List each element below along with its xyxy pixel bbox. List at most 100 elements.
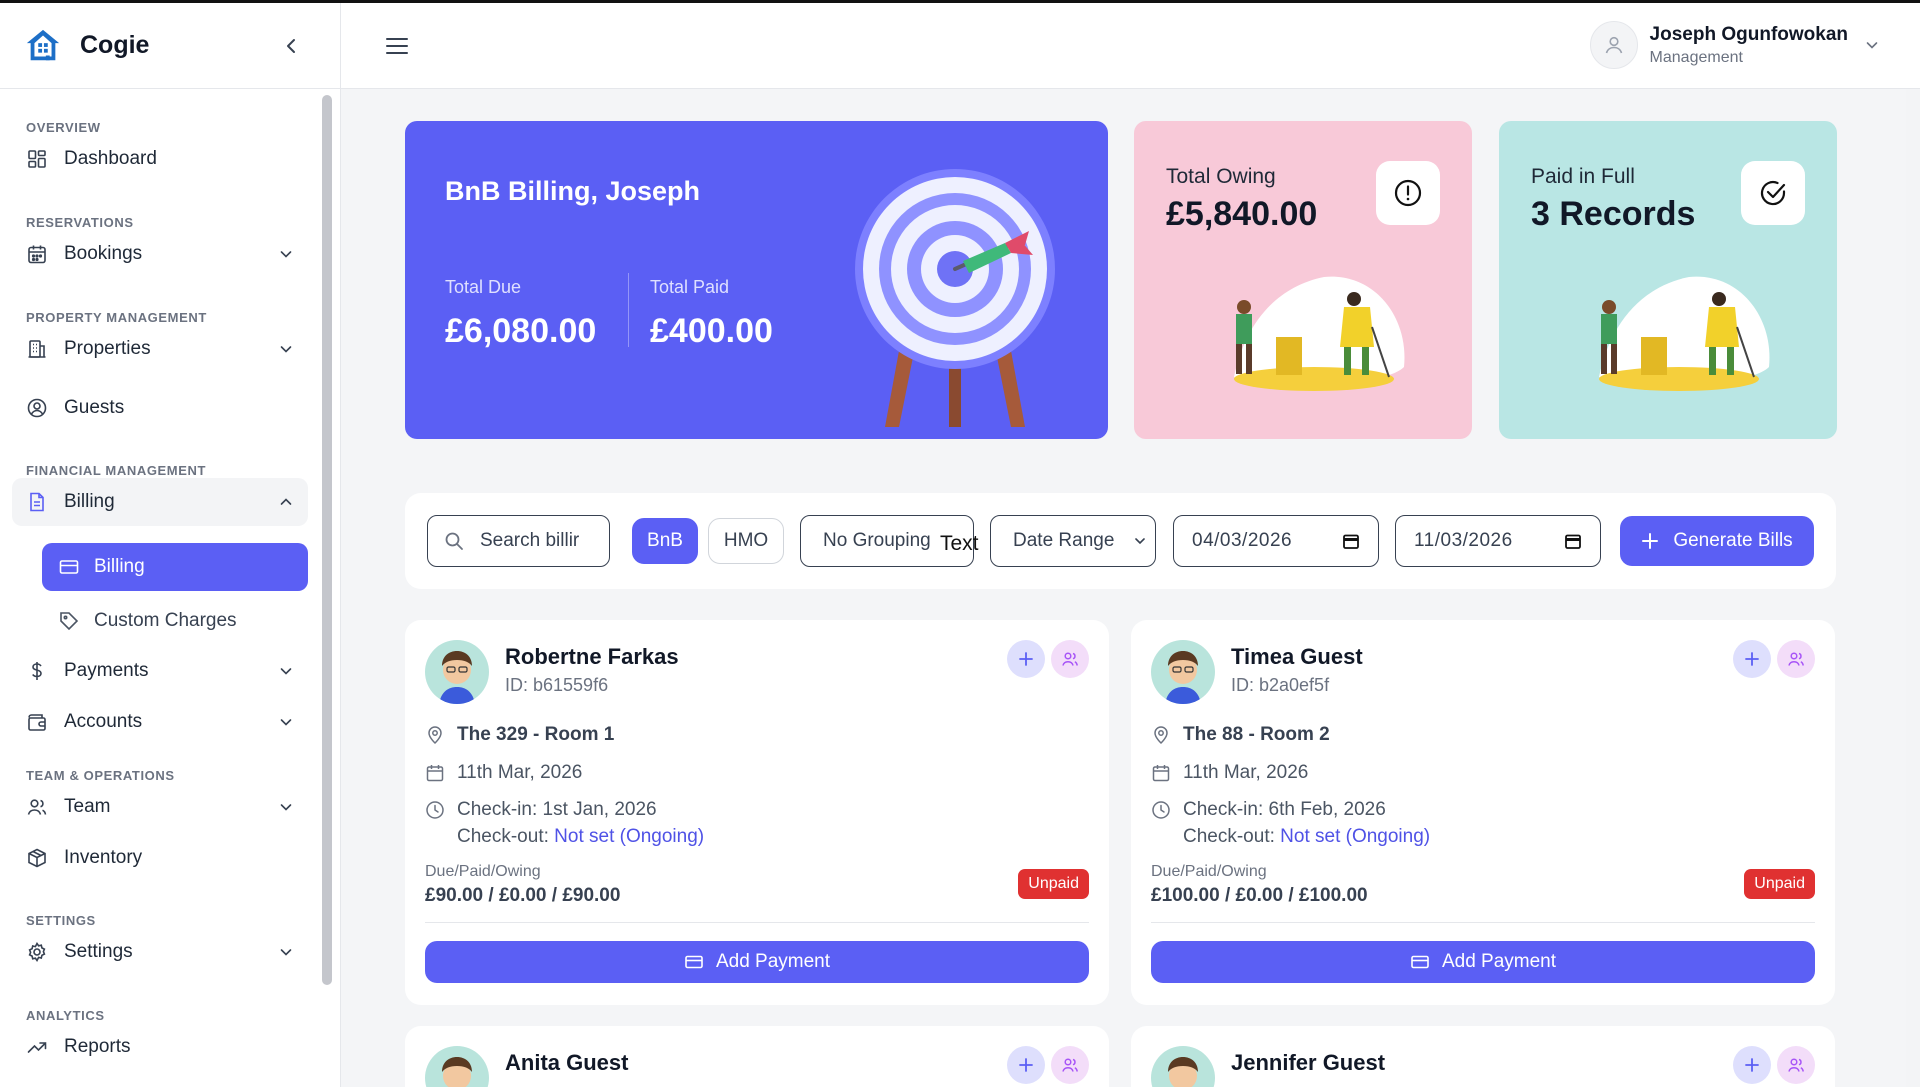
main-scrollbar[interactable] — [1906, 89, 1920, 1087]
chevron-up-icon — [280, 498, 292, 505]
view-guests-button[interactable] — [1051, 640, 1089, 678]
add-payment-label: Add Payment — [1441, 951, 1557, 972]
view-guests-button[interactable] — [1051, 1046, 1089, 1084]
sidebar-subitem-custom-charges[interactable]: Custom Charges — [42, 597, 308, 645]
section-financial: FINANCIAL MANAGEMENT — [26, 463, 207, 478]
sidebar-item-team[interactable]: Team — [12, 783, 308, 831]
checkout-value: Not set (Ongoing) — [1280, 826, 1431, 847]
check-circle-icon — [1760, 180, 1786, 206]
property-row: The 329 - Room 1 — [425, 724, 614, 746]
total-paid-stat: Total Paid £400.00 — [650, 277, 773, 351]
view-guests-button[interactable] — [1777, 640, 1815, 678]
sidebar-nav: OVERVIEW Dashboard RESERVATIONS Bookings… — [0, 90, 320, 1087]
sidebar-scrollbar[interactable] — [322, 95, 332, 985]
sidebar-item-label: Billing — [64, 491, 115, 512]
total-due-stat: Total Due £6,080.00 — [445, 277, 596, 351]
map-pin-icon — [1154, 726, 1168, 745]
total-owing-card: Total Owing £5,840.00 — [1134, 121, 1472, 439]
plus-icon — [1019, 1058, 1033, 1072]
checkin-text: Check-in: 1st Jan, 2026 — [457, 799, 657, 820]
gear-icon — [28, 941, 46, 963]
calendar-icon — [1152, 765, 1170, 782]
date-to-value: 11/03/2026 — [1414, 530, 1513, 551]
add-charge-button[interactable] — [1007, 640, 1045, 678]
target-dart-illustration — [855, 169, 1055, 427]
sidebar-item-dashboard[interactable]: Dashboard — [12, 135, 308, 183]
users-icon — [1062, 1058, 1078, 1072]
billing-summary-card: BnB Billing, Joseph Total Due £6,080.00 … — [405, 121, 1108, 439]
checkin-row: Check-in: 6th Feb, 2026 — [1151, 799, 1386, 821]
sidebar-item-billing[interactable]: Billing — [12, 478, 308, 526]
add-payment-button[interactable]: Add Payment — [1151, 941, 1815, 983]
avatar[interactable] — [1589, 21, 1638, 69]
credit-card-icon — [59, 560, 79, 574]
date-range-select[interactable]: Date Range — [990, 515, 1156, 567]
date-range-value: Date Range — [1013, 530, 1115, 551]
add-payment-button[interactable]: Add Payment — [425, 941, 1089, 983]
app-name: Cogie — [80, 31, 150, 59]
generate-bills-button[interactable]: Generate Bills — [1620, 516, 1814, 566]
sidebar-item-inventory[interactable]: Inventory — [12, 834, 308, 882]
divider — [425, 922, 1089, 923]
check-badge — [1741, 161, 1805, 225]
paid-in-full-card: Paid in Full 3 Records — [1499, 121, 1837, 439]
bill-date: 11th Mar, 2026 — [457, 762, 583, 783]
clock-icon — [1152, 801, 1170, 819]
property-row: The 88 - Room 2 — [1151, 724, 1330, 746]
add-charge-button[interactable] — [1733, 640, 1771, 678]
date-from-input[interactable]: 04/03/2026 — [1173, 515, 1379, 567]
sidebar-item-label: Payments — [64, 660, 149, 681]
guest-billing-card: Robertne Farkas ID: b61559f6 The 329 - R… — [405, 620, 1109, 1005]
grid-icon — [28, 150, 46, 168]
sidebar-subitem-billing[interactable]: Billing — [42, 543, 308, 591]
guest-avatar-icon — [439, 651, 475, 704]
search-input[interactable]: Search billir — [427, 515, 610, 567]
add-charge-button[interactable] — [1007, 1046, 1045, 1084]
sidebar-item-payments[interactable]: Payments — [12, 647, 308, 695]
section-team: TEAM & OPERATIONS — [26, 768, 175, 783]
guest-name: Anita Guest — [505, 1050, 629, 1075]
calendar-icon[interactable] — [1564, 532, 1582, 550]
sidebar-item-label: Guests — [64, 397, 125, 418]
sidebar-item-reports[interactable]: Reports — [12, 1023, 308, 1071]
guest-billing-card: Timea Guest ID: b2a0ef5f The 88 - Room 2… — [1131, 620, 1835, 1005]
hero-divider — [628, 273, 629, 347]
alert-circle-icon — [1394, 179, 1422, 207]
clock-icon — [426, 801, 444, 819]
collapse-sidebar-icon[interactable] — [282, 36, 302, 56]
calendar-icon[interactable] — [1342, 532, 1360, 550]
guest-avatar-icon — [1168, 1057, 1198, 1087]
sidebar-item-bookings[interactable]: Bookings — [12, 230, 308, 278]
property-name: The 329 - Room 1 — [457, 724, 615, 745]
sidebar-item-settings[interactable]: Settings — [12, 928, 308, 976]
sidebar-item-accounts[interactable]: Accounts — [12, 698, 308, 746]
chevron-down-icon — [1135, 538, 1145, 545]
filter-bar: Search billir BnB HMO No Grouping Text D… — [405, 493, 1836, 589]
tab-bnb[interactable]: BnB — [632, 518, 698, 564]
tab-hmo[interactable]: HMO — [708, 518, 784, 564]
checkin-text: Check-in: 6th Feb, 2026 — [1183, 799, 1386, 820]
date-row: 11th Mar, 2026 — [1151, 762, 1308, 784]
chevron-down-icon — [280, 719, 292, 726]
users-icon — [27, 799, 47, 815]
section-property: PROPERTY MANAGEMENT — [26, 310, 207, 325]
chevron-down-icon[interactable] — [1864, 37, 1880, 53]
building-icon — [28, 340, 46, 358]
box-icon — [28, 848, 46, 868]
sidebar-item-label: Inventory — [64, 847, 143, 868]
sidebar-item-guests[interactable]: Guests — [12, 384, 308, 432]
due-paid-owing-value: £90.00 / £0.00 / £90.00 — [425, 885, 621, 906]
sidebar-item-properties[interactable]: Properties — [12, 325, 308, 373]
checkin-row: Check-in: 1st Jan, 2026 — [425, 799, 657, 821]
user-menu[interactable]: Joseph Ogunfowokan Management — [1589, 21, 1880, 69]
paid-in-full-label: Paid in Full — [1531, 165, 1635, 188]
sidebar-scrollbar-thumb[interactable] — [322, 95, 332, 985]
view-guests-button[interactable] — [1777, 1046, 1815, 1084]
sidebar-subitem-label: Custom Charges — [94, 610, 237, 631]
avatar — [1151, 640, 1215, 704]
add-charge-button[interactable] — [1733, 1046, 1771, 1084]
hamburger-menu-icon[interactable] — [385, 35, 409, 57]
trending-up-icon — [27, 1042, 47, 1053]
cleaning-people-illustration — [1234, 276, 1405, 391]
date-to-input[interactable]: 11/03/2026 — [1395, 515, 1601, 567]
